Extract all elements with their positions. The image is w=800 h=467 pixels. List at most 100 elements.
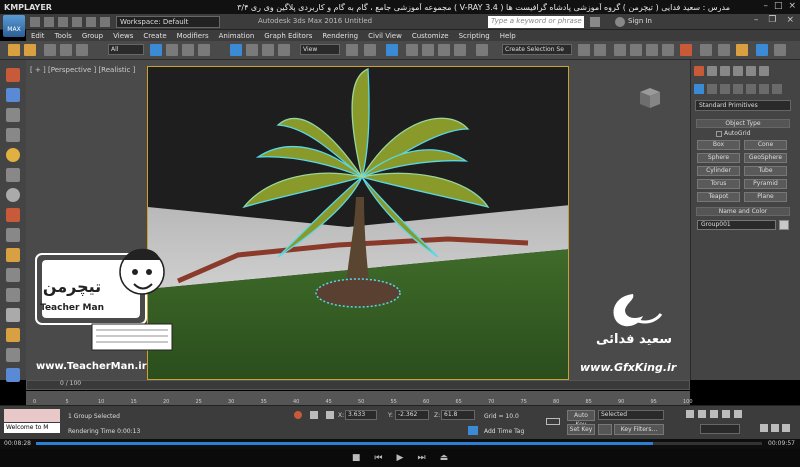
select-rotate-icon[interactable] — [246, 44, 258, 56]
current-frame-field[interactable] — [700, 424, 740, 434]
vray-toolbar-icon[interactable] — [756, 44, 768, 56]
sign-in-button[interactable]: Sign In — [628, 17, 652, 25]
pin-icon[interactable] — [294, 411, 302, 419]
pivot-center-icon[interactable] — [346, 44, 358, 56]
menu-help[interactable]: Help — [495, 32, 521, 40]
y-coordinate-field[interactable]: -2.362 — [395, 410, 429, 420]
unlink-icon[interactable] — [60, 44, 72, 56]
redo-icon[interactable] — [86, 17, 96, 27]
vray-proxy-icon[interactable] — [6, 128, 20, 142]
project-folder-icon[interactable] — [100, 17, 110, 27]
cylinder-button[interactable]: Cylinder — [697, 166, 740, 176]
bind-space-warp-icon[interactable] — [76, 44, 88, 56]
object-name-field[interactable]: Group001 — [697, 220, 776, 230]
vray-frame-buffer-icon[interactable] — [774, 44, 786, 56]
workspace-select[interactable]: Workspace: Default — [116, 16, 220, 28]
new-file-icon[interactable] — [30, 17, 40, 27]
z-coordinate-field[interactable]: 61.8 — [441, 410, 475, 420]
vray-plane-icon[interactable] — [6, 208, 20, 222]
geosphere-button[interactable]: GeoSphere — [744, 153, 787, 163]
set-key-button[interactable]: Set Key — [567, 424, 595, 435]
redo-icon[interactable] — [24, 44, 36, 56]
select-object-icon[interactable] — [150, 44, 162, 56]
close-icon[interactable]: × — [788, 1, 796, 11]
vray-sun-icon[interactable] — [6, 148, 20, 162]
edit-named-selection-icon[interactable] — [476, 44, 488, 56]
key-filters-button[interactable]: Key Filters... — [614, 424, 664, 435]
vray-ambient-icon[interactable] — [6, 328, 20, 342]
layer-explorer-icon[interactable] — [614, 44, 626, 56]
vray-render-icon[interactable] — [6, 248, 20, 262]
cone-button[interactable]: Cone — [744, 140, 787, 150]
hierarchy-tab-icon[interactable] — [720, 66, 730, 76]
shapes-icon[interactable] — [707, 84, 717, 94]
vray-light-icon[interactable] — [6, 68, 20, 82]
menu-views[interactable]: Views — [108, 32, 138, 40]
display-tab-icon[interactable] — [746, 66, 756, 76]
maximize-icon[interactable]: □ — [774, 1, 783, 11]
add-time-tag[interactable]: Add Time Tag — [484, 428, 524, 435]
select-move-icon[interactable] — [230, 44, 242, 56]
menu-rendering[interactable]: Rendering — [317, 32, 363, 40]
space-warps-icon[interactable] — [759, 84, 769, 94]
render-production-icon[interactable] — [736, 44, 748, 56]
menu-customize[interactable]: Customize — [407, 32, 454, 40]
close-icon[interactable]: × — [786, 15, 794, 25]
player-previous-icon[interactable]: ⏮ — [374, 453, 382, 463]
menu-scripting[interactable]: Scripting — [454, 32, 495, 40]
align-icon[interactable] — [594, 44, 606, 56]
pyramid-button[interactable]: Pyramid — [744, 179, 787, 189]
menu-graph-editors[interactable]: Graph Editors — [259, 32, 317, 40]
player-eject-icon[interactable]: ⏏ — [440, 453, 449, 463]
orbit-icon[interactable] — [782, 424, 790, 432]
menu-group[interactable]: Group — [77, 32, 108, 40]
percent-snap-icon[interactable] — [438, 44, 450, 56]
spinner-snap-icon[interactable] — [454, 44, 466, 56]
plane-button[interactable]: Plane — [744, 192, 787, 202]
toggle-ribbon-icon[interactable] — [630, 44, 642, 56]
minimize-icon[interactable]: – — [754, 15, 759, 25]
select-manipulate-icon[interactable] — [364, 44, 376, 56]
search-icon[interactable] — [590, 17, 600, 27]
motion-tab-icon[interactable] — [733, 66, 743, 76]
cameras-icon[interactable] — [733, 84, 743, 94]
save-file-icon[interactable] — [58, 17, 68, 27]
vray-camera-icon[interactable] — [6, 88, 20, 102]
menu-modifiers[interactable]: Modifiers — [172, 32, 214, 40]
tube-button[interactable]: Tube — [744, 166, 787, 176]
absolute-mode-icon[interactable] — [326, 411, 334, 419]
player-play-icon[interactable]: ▶ — [397, 453, 404, 463]
material-editor-icon[interactable] — [680, 44, 692, 56]
vray-bake-icon[interactable] — [6, 368, 20, 382]
name-and-color-rollout[interactable]: Name and Color — [696, 207, 790, 216]
undo-icon[interactable] — [8, 44, 20, 56]
zoom-icon[interactable] — [760, 424, 768, 432]
menu-tools[interactable]: Tools — [50, 32, 77, 40]
search-input[interactable]: Type a keyword or phrase — [488, 16, 584, 28]
menu-animation[interactable]: Animation — [214, 32, 260, 40]
restore-icon[interactable]: ❐ — [768, 15, 776, 25]
primitive-category-select[interactable]: Standard Primitives — [695, 100, 791, 111]
maxscript-listener-top[interactable] — [4, 409, 60, 422]
keyboard-shortcut-icon[interactable] — [386, 44, 398, 56]
vray-dome-icon[interactable] — [6, 348, 20, 362]
teapot-button[interactable]: Teapot — [697, 192, 740, 202]
systems-icon[interactable] — [772, 84, 782, 94]
lock-selection-icon[interactable] — [310, 411, 318, 419]
named-selection-set-select[interactable]: Create Selection Se — [502, 44, 572, 55]
object-color-swatch[interactable] — [779, 220, 789, 230]
go-to-start-icon[interactable] — [686, 410, 694, 418]
key-icon[interactable] — [546, 418, 560, 425]
menu-create[interactable]: Create — [138, 32, 171, 40]
helpers-icon[interactable] — [746, 84, 756, 94]
vray-sphere-fade-icon[interactable] — [6, 108, 20, 122]
vray-fur-icon[interactable] — [6, 168, 20, 182]
autogrid-checkbox[interactable]: AutoGrid — [716, 130, 751, 137]
schematic-view-icon[interactable] — [662, 44, 674, 56]
reference-coordinate-select[interactable]: View — [300, 44, 340, 55]
x-coordinate-field[interactable]: 3.633 — [345, 410, 377, 420]
utilities-tab-icon[interactable] — [759, 66, 769, 76]
auto-key-button[interactable]: Auto Key — [567, 410, 595, 428]
curve-editor-icon[interactable] — [646, 44, 658, 56]
mirror-icon[interactable] — [578, 44, 590, 56]
